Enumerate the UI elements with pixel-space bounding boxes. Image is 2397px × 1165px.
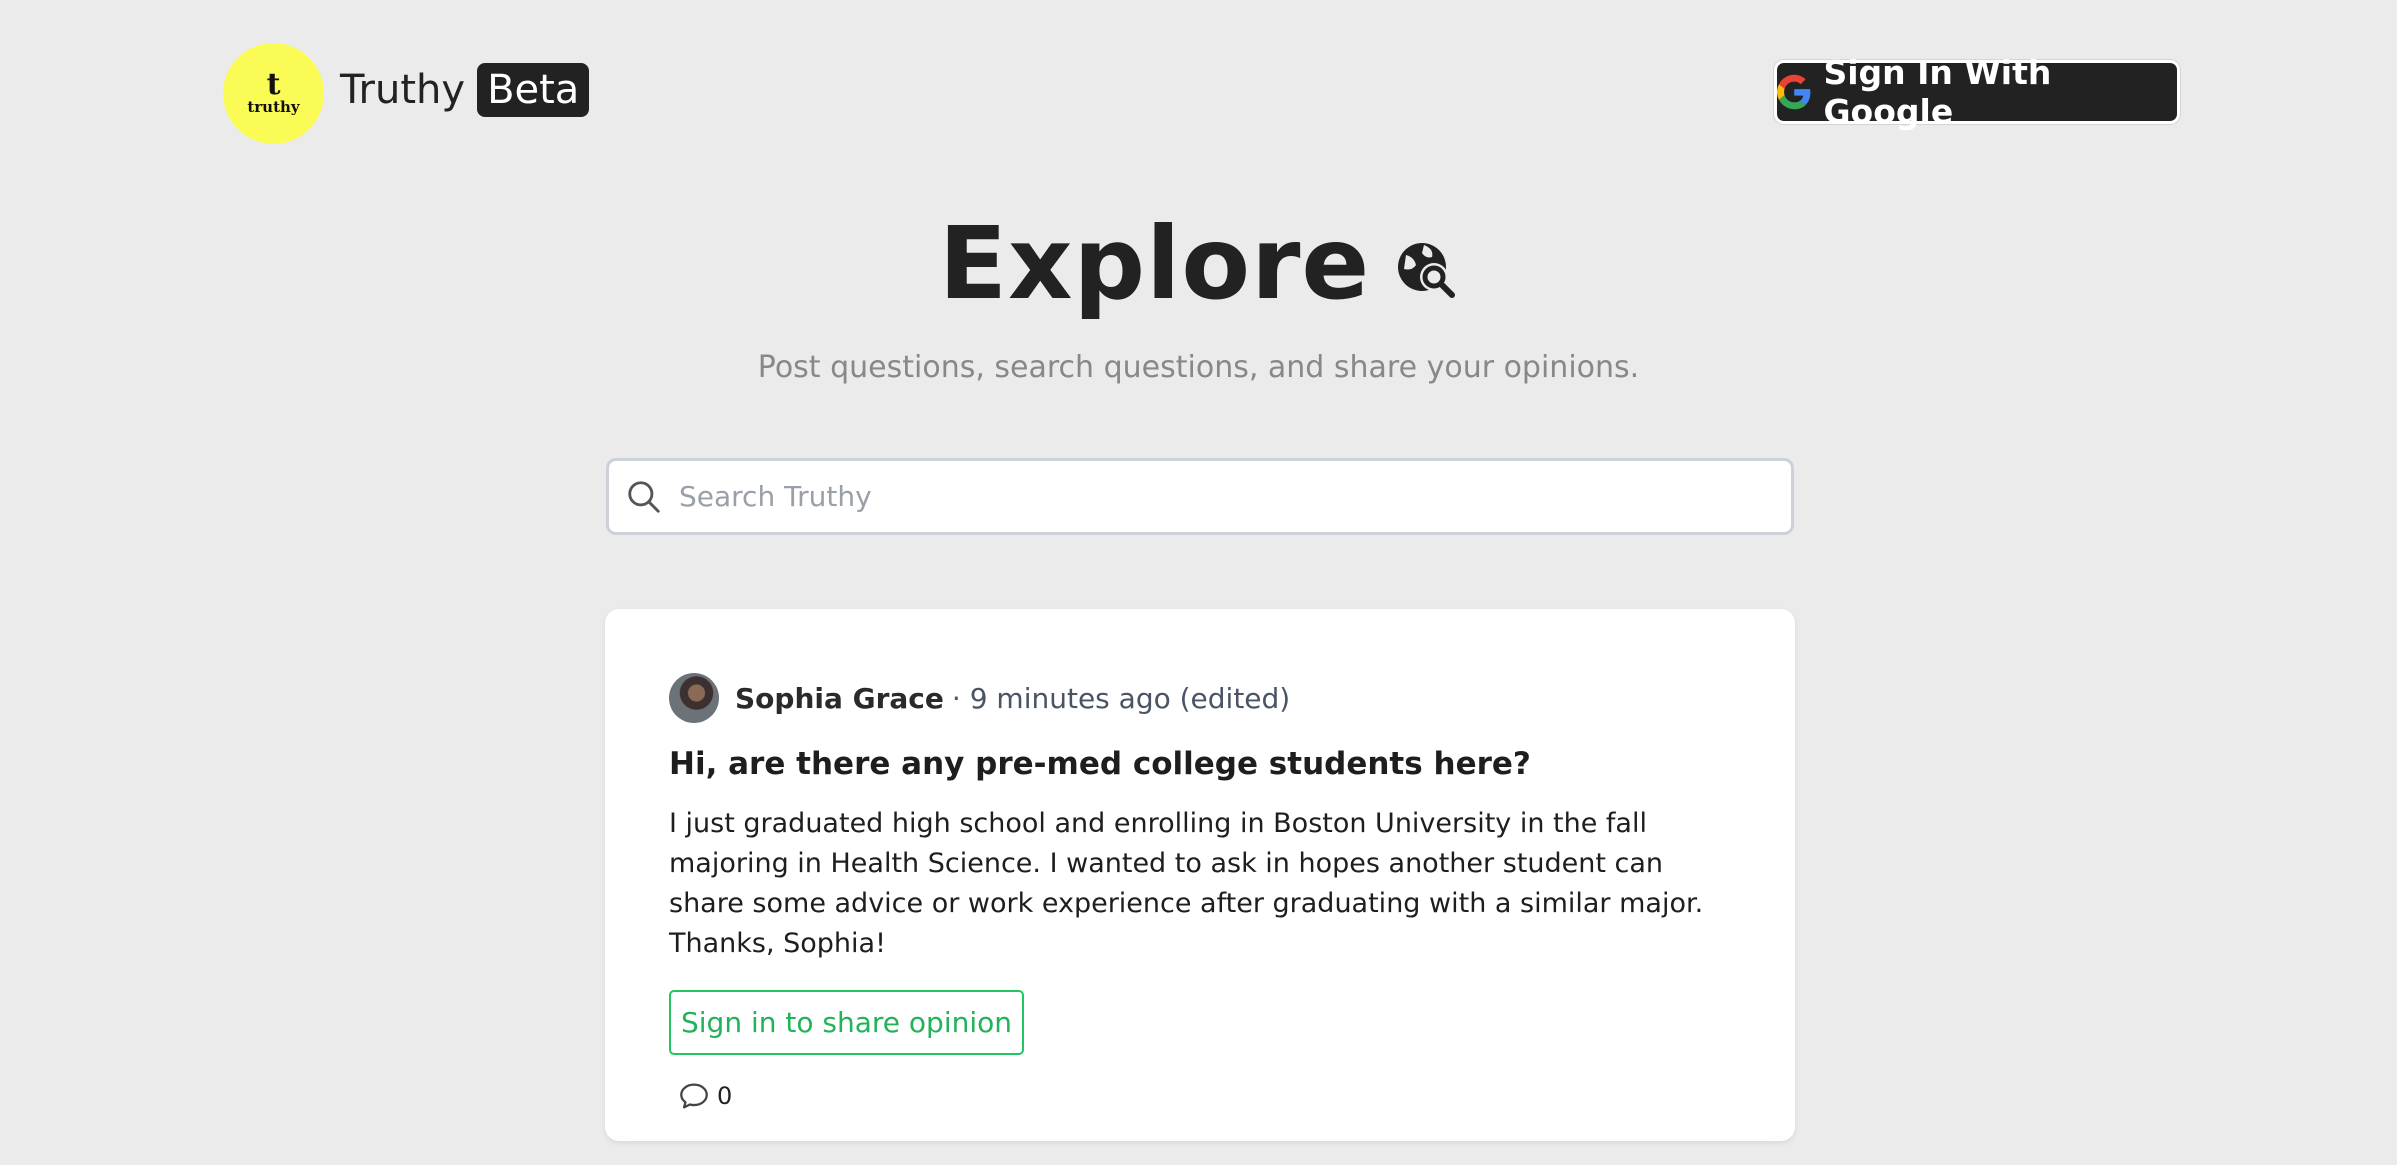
brand[interactable]: Truthy Beta bbox=[340, 60, 590, 120]
post-meta: Sophia Grace · 9 minutes ago (edited) bbox=[669, 672, 1731, 724]
comment-icon bbox=[680, 1083, 708, 1109]
question-card: Sophia Grace · 9 minutes ago (edited) Hi… bbox=[605, 609, 1795, 1141]
avatar[interactable] bbox=[669, 673, 719, 723]
brand-name: Truthy bbox=[340, 67, 466, 113]
logo-glyph: t bbox=[266, 66, 281, 102]
search-bar[interactable] bbox=[606, 458, 1794, 535]
question-body: I just graduated high school and enrolli… bbox=[669, 808, 1704, 959]
page: t truthy Truthy Beta Sign In With Google… bbox=[0, 0, 2397, 1165]
truthy-logo[interactable]: t truthy bbox=[223, 43, 324, 144]
sign-in-with-google-button[interactable]: Sign In With Google bbox=[1774, 53, 2180, 131]
beta-badge: Beta bbox=[477, 63, 590, 117]
comments[interactable]: 0 bbox=[677, 1079, 1731, 1113]
post-time: · 9 minutes ago (edited) bbox=[951, 681, 1291, 715]
comment-count: 0 bbox=[717, 1082, 733, 1110]
search-input[interactable] bbox=[677, 479, 1761, 514]
search-icon bbox=[628, 480, 660, 513]
question-title[interactable]: Hi, are there any pre-med college studen… bbox=[669, 746, 1731, 782]
google-icon bbox=[1777, 74, 1811, 110]
sign-in-label: Sign In With Google bbox=[1823, 53, 2052, 131]
sign-in-to-share-opinion-button[interactable]: Sign in to share opinion bbox=[669, 990, 1025, 1055]
explore-globe-search-icon bbox=[1398, 242, 1456, 298]
page-title-row: Explore bbox=[0, 205, 2397, 322]
page-subtitle: Post questions, search questions, and sh… bbox=[757, 350, 1640, 385]
author-name[interactable]: Sophia Grace bbox=[735, 682, 944, 715]
page-title: Explore bbox=[938, 205, 1371, 322]
logo-word: truthy bbox=[247, 97, 300, 116]
